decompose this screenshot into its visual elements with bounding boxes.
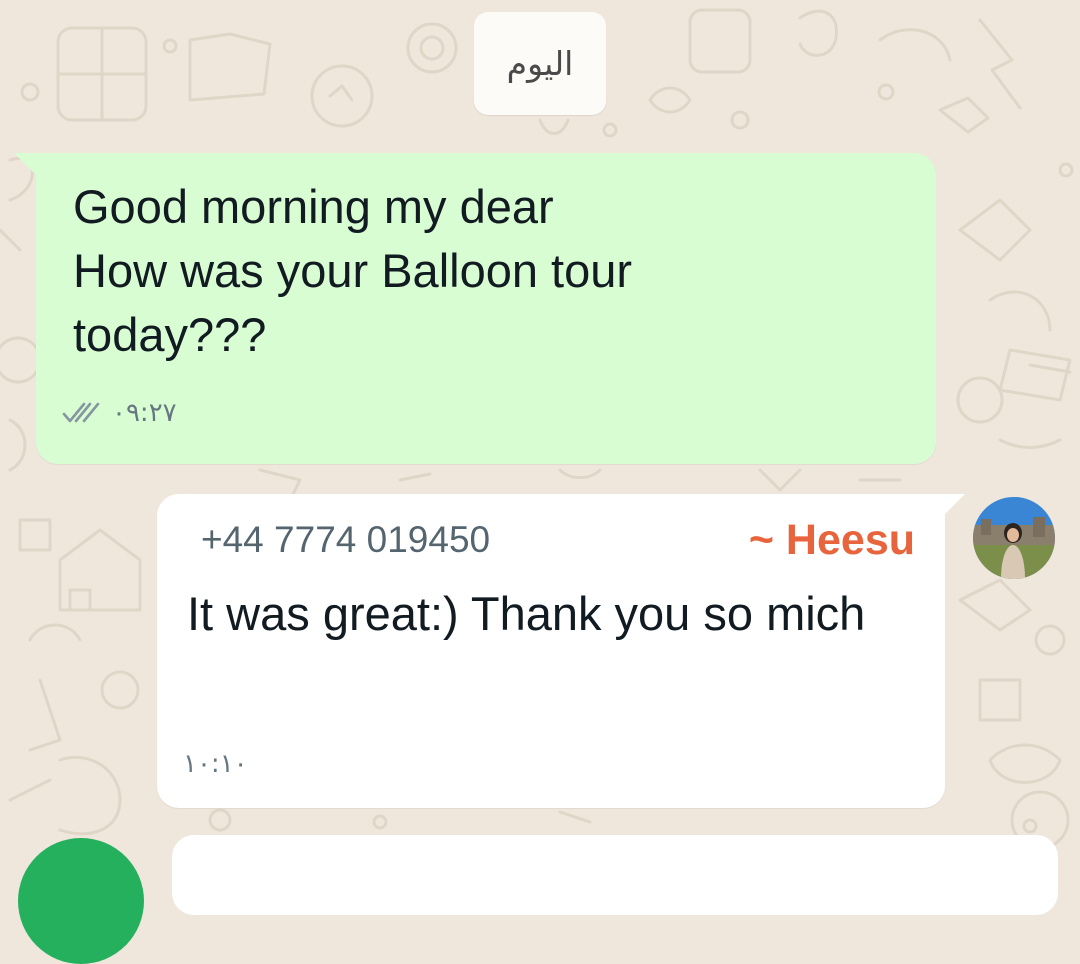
sender-phone[interactable]: +44 7774 019450 <box>201 519 490 561</box>
sender-name[interactable]: ~ Heesu <box>749 516 915 565</box>
incoming-message-bubble[interactable]: +44 7774 019450 ~ Heesu It was great:) T… <box>157 494 965 808</box>
message-time: ٠٩:٢٧ <box>112 398 177 428</box>
message-text: Good morning my dear How was your Balloo… <box>73 180 633 361</box>
message-text: It was great:) Thank you so mich <box>187 587 866 640</box>
avatar[interactable] <box>973 497 1055 579</box>
message-meta: ٠٩:٢٧ <box>62 398 177 428</box>
message-time: ١٠:١٠ <box>183 749 248 779</box>
next-message-bubble[interactable] <box>172 835 1058 915</box>
bubble-tail <box>14 153 36 175</box>
date-separator: اليوم <box>474 12 606 115</box>
double-check-icon <box>62 402 100 423</box>
outgoing-message-bubble[interactable]: Good morning my dear How was your Balloo… <box>14 153 936 464</box>
bubble-tail <box>945 494 965 514</box>
avatar-image <box>973 497 1055 579</box>
scroll-down-button[interactable] <box>18 838 144 964</box>
date-separator-label: اليوم <box>506 44 574 83</box>
